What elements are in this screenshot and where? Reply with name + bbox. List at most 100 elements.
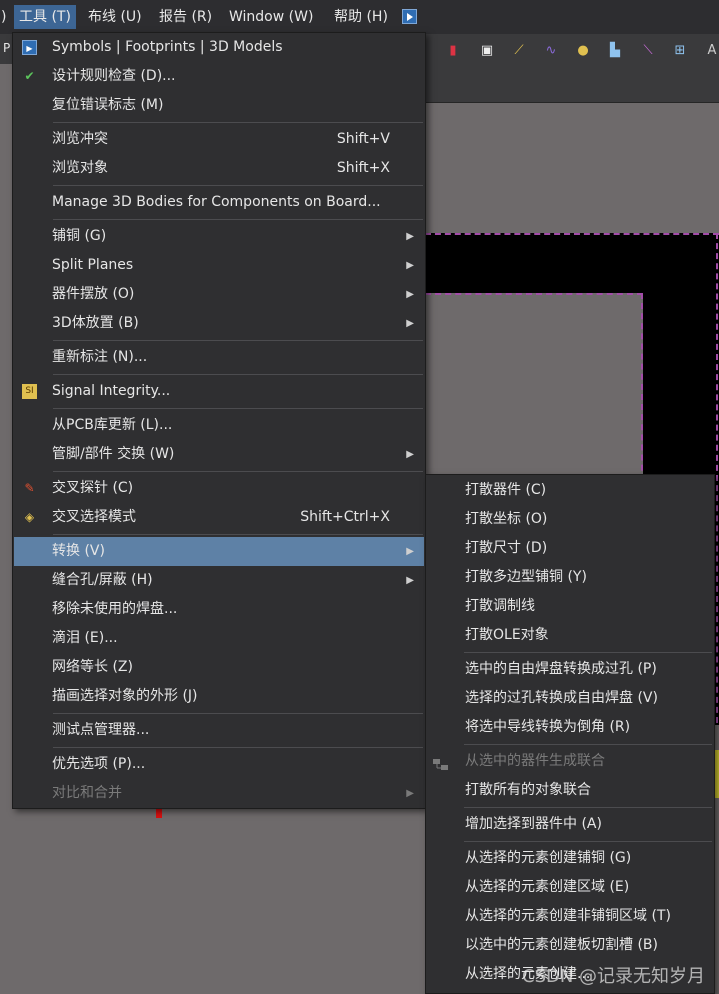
submenu-item-explode-dimension[interactable]: 打散尺寸 (D) bbox=[427, 534, 713, 563]
menu-item-label: 从PCB库更新 (L)... bbox=[52, 417, 173, 433]
submenu-item-label: 从选中的器件生成联合 bbox=[465, 753, 605, 769]
menu-item-convert[interactable]: 转换 (V) ▶ bbox=[14, 537, 424, 566]
menu-item-via-stitching[interactable]: 缝合孔/屏蔽 (H) ▶ bbox=[14, 566, 424, 595]
menu-item-remove-unused-pads[interactable]: 移除未使用的焊盘... bbox=[14, 595, 424, 624]
menu-help[interactable]: 帮助 (H) bbox=[329, 5, 393, 29]
submenu-item-create-polygon[interactable]: 从选择的元素创建铺铜 (G) bbox=[427, 844, 713, 873]
submenu-item-explode-ole[interactable]: 打散OLE对象 bbox=[427, 621, 713, 650]
menu-item-drc[interactable]: ✔ 设计规则检查 (D)... bbox=[14, 62, 424, 91]
menu-item-polygon-pours[interactable]: 铺铜 (G) ▶ bbox=[14, 222, 424, 251]
menu-divider bbox=[53, 219, 423, 220]
menu-item-label: 重新标注 (N)... bbox=[52, 349, 148, 365]
watermark: CSDN @记录无知岁月 bbox=[522, 966, 706, 987]
submenu-item-pad-to-via[interactable]: 选中的自由焊盘转换成过孔 (P) bbox=[427, 655, 713, 684]
menu-reports[interactable]: 报告 (R) bbox=[154, 5, 217, 29]
menu-divider bbox=[53, 471, 423, 472]
menu-item-cross-probe[interactable]: ✎ 交叉探针 (C) bbox=[14, 474, 424, 503]
dimension-icon[interactable]: ⊞ bbox=[671, 42, 689, 60]
menu-item-component-placement[interactable]: 器件摆放 (O) ▶ bbox=[14, 280, 424, 309]
menu-item-preferences[interactable]: 优先选项 (P)... bbox=[14, 750, 424, 779]
menu-divider bbox=[53, 340, 423, 341]
menu-item-update-from-library[interactable]: 从PCB库更新 (L)... bbox=[14, 411, 424, 440]
menu-divider bbox=[53, 713, 423, 714]
menu-item-label: 设计规则检查 (D)... bbox=[52, 68, 176, 84]
submenu-item-label: 打散多边型铺铜 (Y) bbox=[465, 569, 587, 585]
layer-icon[interactable]: ▙ bbox=[606, 42, 624, 60]
cross-probe-icon: ✎ bbox=[24, 481, 35, 495]
submenu-item-label: 从选择的元素创建非铺铜区域 (T) bbox=[465, 908, 671, 924]
play-square-icon: ▶ bbox=[22, 40, 37, 55]
menu-item-label: 移除未使用的焊盘... bbox=[52, 601, 178, 617]
menu-tools[interactable]: 工具 (T) bbox=[14, 5, 76, 29]
key-icon[interactable]: ● bbox=[574, 42, 592, 60]
submenu-item-label: 打散器件 (C) bbox=[465, 482, 547, 498]
menu-item-label: 3D体放置 (B) bbox=[52, 315, 139, 331]
menu-item-signal-integrity[interactable]: SI Signal Integrity... bbox=[14, 377, 424, 406]
menu-item-label: Split Planes bbox=[52, 257, 134, 273]
menu-route[interactable]: 布线 (U) bbox=[83, 5, 147, 29]
menu-item-cross-select-mode[interactable]: ◈ 交叉选择模式 Shift+Ctrl+X bbox=[14, 503, 424, 532]
tools-menu: ▶ Symbols | Footprints | 3D Models ✔ 设计规… bbox=[12, 32, 426, 809]
route-icon[interactable]: ⟋ bbox=[510, 42, 528, 60]
menu-item-3d-body-placement[interactable]: 3D体放置 (B) ▶ bbox=[14, 309, 424, 338]
menu-item-split-planes[interactable]: Split Planes ▶ bbox=[14, 251, 424, 280]
submenu-item-label: 选中的自由焊盘转换成过孔 (P) bbox=[465, 661, 657, 677]
tab-label: P bbox=[3, 41, 11, 55]
submenu-item-explode-coordinate[interactable]: 打散坐标 (O) bbox=[427, 505, 713, 534]
menu-item-reannotate[interactable]: 重新标注 (N)... bbox=[14, 343, 424, 372]
submenu-divider bbox=[464, 744, 712, 745]
convert-submenu: 打散器件 (C) 打散坐标 (O) 打散尺寸 (D) 打散多边型铺铜 (Y) 打… bbox=[425, 474, 715, 994]
submenu-arrow-icon: ▶ bbox=[406, 575, 414, 586]
menu-item-pin-swap[interactable]: 管脚/部件 交换 (W) ▶ bbox=[14, 440, 424, 469]
submenu-item-add-to-component[interactable]: 增加选择到器件中 (A) bbox=[427, 810, 713, 839]
menu-item-label: 交叉选择模式 bbox=[52, 509, 136, 525]
menu-item-browse-violations[interactable]: 浏览冲突 Shift+V bbox=[14, 125, 424, 154]
submenu-item-label: 选择的过孔转换成自由焊盘 (V) bbox=[465, 690, 658, 706]
menu-item-label: 缝合孔/屏蔽 (H) bbox=[52, 572, 153, 588]
submenu-item-create-keepout[interactable]: 从选择的元素创建非铺铜区域 (T) bbox=[427, 902, 713, 931]
submenu-item-break-all-unions[interactable]: 打散所有的对象联合 bbox=[427, 776, 713, 805]
menu-item-teardrops[interactable]: 滴泪 (E)... bbox=[14, 624, 424, 653]
menu-item-browse-objects[interactable]: 浏览对象 Shift+X bbox=[14, 154, 424, 183]
menu-item-label: 交叉探针 (C) bbox=[52, 480, 134, 496]
menu-item-label: 滴泪 (E)... bbox=[52, 630, 118, 646]
chart-icon[interactable]: ▮ bbox=[444, 42, 462, 60]
submenu-item-create-board-cutout[interactable]: 以选中的元素创建板切割槽 (B) bbox=[427, 931, 713, 960]
menu-window[interactable]: Window (W) bbox=[224, 5, 318, 29]
menu-item-label: 优先选项 (P)... bbox=[52, 756, 146, 772]
wave-icon[interactable]: ∿ bbox=[542, 42, 560, 60]
submenu-item-label: 从选择的元素创建区域 (E) bbox=[465, 879, 630, 895]
union-icon bbox=[433, 754, 449, 770]
menu-item-label: 铺铜 (G) bbox=[52, 228, 107, 244]
menu-divider bbox=[53, 747, 423, 748]
submenu-item-create-region[interactable]: 从选择的元素创建区域 (E) bbox=[427, 873, 713, 902]
submenu-item-via-to-pad[interactable]: 选择的过孔转换成自由焊盘 (V) bbox=[427, 684, 713, 713]
menu-item-manage-3d-bodies[interactable]: Manage 3D Bodies for Components on Board… bbox=[14, 188, 424, 217]
menu-item-symbols-footprints[interactable]: ▶ Symbols | Footprints | 3D Models bbox=[14, 33, 424, 62]
submenu-item-explode-component[interactable]: 打散器件 (C) bbox=[427, 476, 713, 505]
menu-divider bbox=[53, 374, 423, 375]
submenu-arrow-icon: ▶ bbox=[406, 788, 414, 799]
menu-item-label: Manage 3D Bodies for Components on Board… bbox=[52, 194, 381, 210]
line-icon[interactable]: ⟍ bbox=[639, 42, 657, 60]
menu-item-reset-errors[interactable]: 复位错误标志 (M) bbox=[14, 91, 424, 120]
menu-item-label: 浏览冲突 bbox=[52, 131, 108, 147]
menu-item-label: 浏览对象 bbox=[52, 160, 108, 176]
submenu-item-track-to-chamfer[interactable]: 将选中导线转换为倒角 (R) bbox=[427, 713, 713, 742]
submenu-item-explode-polygon[interactable]: 打散多边型铺铜 (Y) bbox=[427, 563, 713, 592]
submenu-arrow-icon: ▶ bbox=[406, 546, 414, 557]
chip-icon[interactable]: ▣ bbox=[478, 42, 496, 60]
menu-divider bbox=[53, 185, 423, 186]
menu-item-label: 器件摆放 (O) bbox=[52, 286, 135, 302]
submenu-item-explode-tuning[interactable]: 打散调制线 bbox=[427, 592, 713, 621]
menu-item-outline-selected[interactable]: 描画选择对象的外形 (J) bbox=[14, 682, 424, 711]
text-icon[interactable]: A bbox=[703, 42, 719, 60]
menu-divider bbox=[53, 408, 423, 409]
menu-item-equalize-net-lengths[interactable]: 网络等长 (Z) bbox=[14, 653, 424, 682]
play-icon[interactable] bbox=[402, 9, 417, 24]
menu-item-testpoint-manager[interactable]: 测试点管理器... bbox=[14, 716, 424, 745]
submenu-item-label: 打散坐标 (O) bbox=[465, 511, 548, 527]
submenu-item-label: 以选中的元素创建板切割槽 (B) bbox=[465, 937, 658, 953]
submenu-arrow-icon: ▶ bbox=[406, 289, 414, 300]
menu-partial[interactable]: ) bbox=[0, 5, 11, 29]
